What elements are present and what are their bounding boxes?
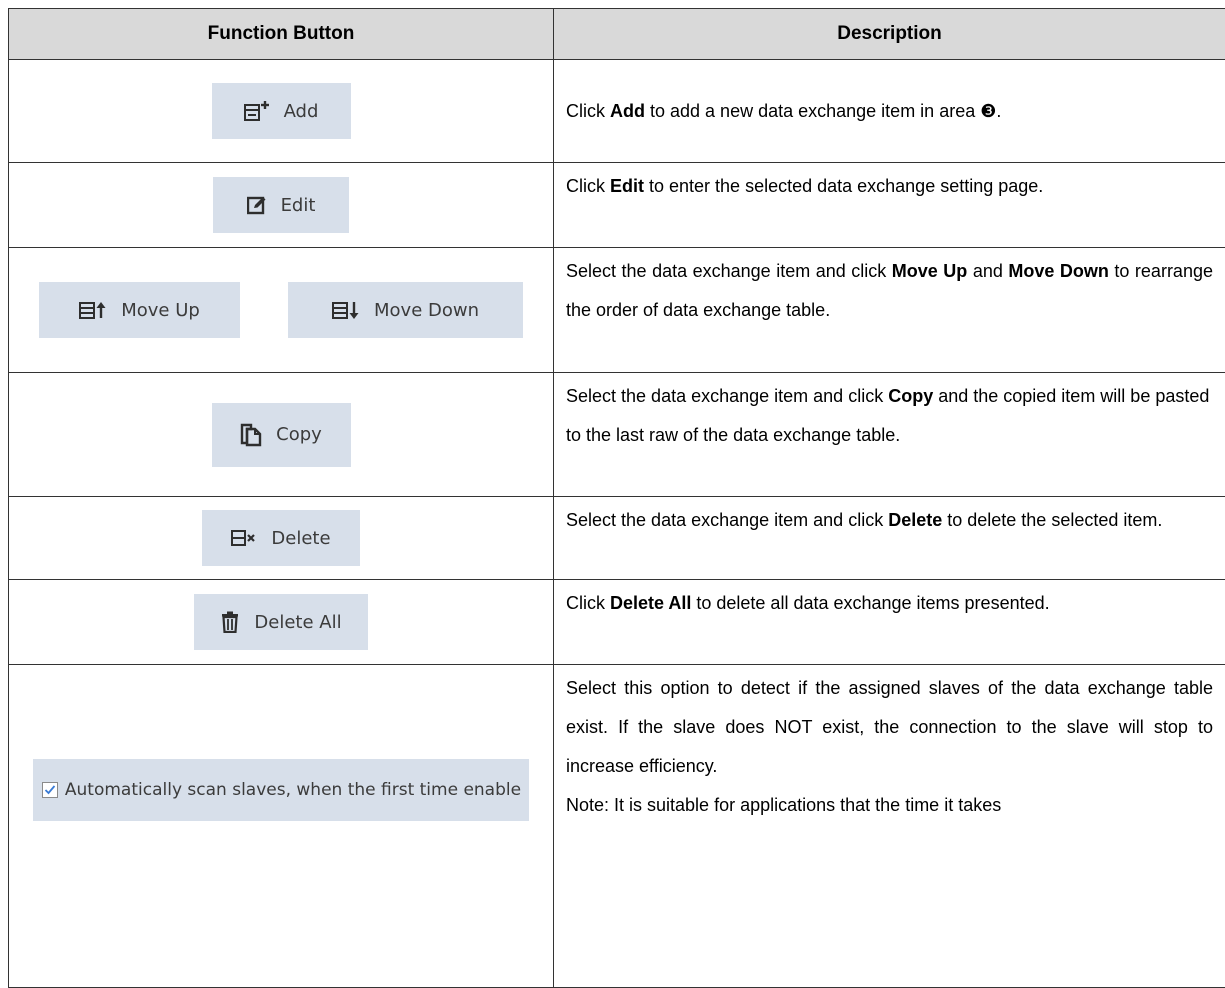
button-cell: Delete (9, 497, 554, 580)
desc-bold: Move Up (892, 261, 968, 281)
desc-text: Select the data exchange item and click (566, 510, 888, 530)
table-header-row: Function Button Description (9, 9, 1225, 60)
add-list-icon (244, 101, 270, 121)
button-cell: Delete All (9, 580, 554, 665)
table-row: Edit Click Edit to enter the selected da… (9, 163, 1225, 248)
description-cell: Click Edit to enter the selected data ex… (554, 163, 1225, 248)
table-row: Delete All Click Delete All to delete al… (9, 580, 1225, 665)
desc-text: Click (566, 101, 610, 121)
edit-button-label: Edit (281, 195, 316, 216)
table-row: Automatically scan slaves, when the firs… (9, 665, 1225, 988)
add-button-label: Add (284, 101, 319, 122)
desc-text: Click (566, 176, 610, 196)
desc-text: Click (566, 593, 610, 613)
table-row: Add Click Add to add a new data exchange… (9, 60, 1225, 163)
desc-text: Select the data exchange item and click (566, 386, 888, 406)
button-cell: Move Up Move Down (9, 248, 554, 373)
auto-scan-checkbox[interactable] (42, 782, 58, 798)
edit-pencil-icon (247, 195, 267, 215)
delete-button[interactable]: Delete (202, 510, 360, 566)
table-row: Delete Select the data exchange item and… (9, 497, 1225, 580)
desc-text: to delete the selected item. (942, 510, 1162, 530)
table-row: Copy Select the data exchange item and c… (9, 373, 1225, 497)
auto-scan-checkbox-option[interactable]: Automatically scan slaves, when the firs… (33, 759, 529, 821)
desc-bold: Delete All (610, 593, 691, 613)
description-cell: Click Add to add a new data exchange ite… (554, 60, 1225, 163)
move-up-icon (79, 300, 107, 320)
button-cell: Copy (9, 373, 554, 497)
move-down-button[interactable]: Move Down (288, 282, 523, 338)
desc-text: Select the data exchange item and click (566, 261, 892, 281)
desc-text: to delete all data exchange items presen… (691, 593, 1049, 613)
move-down-button-label: Move Down (374, 300, 479, 321)
desc-text: and (967, 261, 1008, 281)
note-text: Note: It is suitable for applications th… (566, 786, 1213, 825)
description-cell: Select the data exchange item and click … (554, 497, 1225, 580)
description-cell: Select the data exchange item and click … (554, 248, 1225, 373)
description-cell: Select this option to detect if the assi… (554, 665, 1225, 988)
description-cell: Select the data exchange item and click … (554, 373, 1225, 497)
desc-bold: Add (610, 101, 645, 121)
button-cell: Edit (9, 163, 554, 248)
copy-icon (240, 423, 262, 447)
copy-button[interactable]: Copy (212, 403, 351, 467)
header-function-button: Function Button (9, 9, 554, 60)
trash-icon (220, 611, 240, 633)
move-down-icon (332, 300, 360, 320)
function-button-table: Function Button Description Add Click Ad… (8, 8, 1225, 988)
header-description: Description (554, 9, 1225, 60)
move-up-button[interactable]: Move Up (39, 282, 240, 338)
table-row: Move Up Move Down Select the data exchan… (9, 248, 1225, 373)
button-cell: Automatically scan slaves, when the firs… (9, 665, 554, 988)
auto-scan-label: Automatically scan slaves, when the firs… (65, 780, 521, 800)
button-cell: Add (9, 60, 554, 163)
desc-text: to add a new data exchange item in area … (645, 101, 1001, 121)
description-cell: Click Delete All to delete all data exch… (554, 580, 1225, 665)
desc-bold: Edit (610, 176, 644, 196)
copy-button-label: Copy (276, 424, 322, 445)
edit-button[interactable]: Edit (213, 177, 349, 233)
delete-all-button[interactable]: Delete All (194, 594, 368, 650)
desc-bold: Move Down (1008, 261, 1109, 281)
delete-all-button-label: Delete All (254, 612, 341, 633)
desc-text: Select this option to detect if the assi… (566, 669, 1213, 786)
move-up-button-label: Move Up (121, 300, 200, 321)
desc-bold: Copy (888, 386, 933, 406)
delete-button-label: Delete (271, 528, 330, 549)
delete-item-icon (231, 529, 257, 547)
desc-bold: Delete (888, 510, 942, 530)
desc-text: to enter the selected data exchange sett… (644, 176, 1043, 196)
add-button[interactable]: Add (212, 83, 351, 139)
